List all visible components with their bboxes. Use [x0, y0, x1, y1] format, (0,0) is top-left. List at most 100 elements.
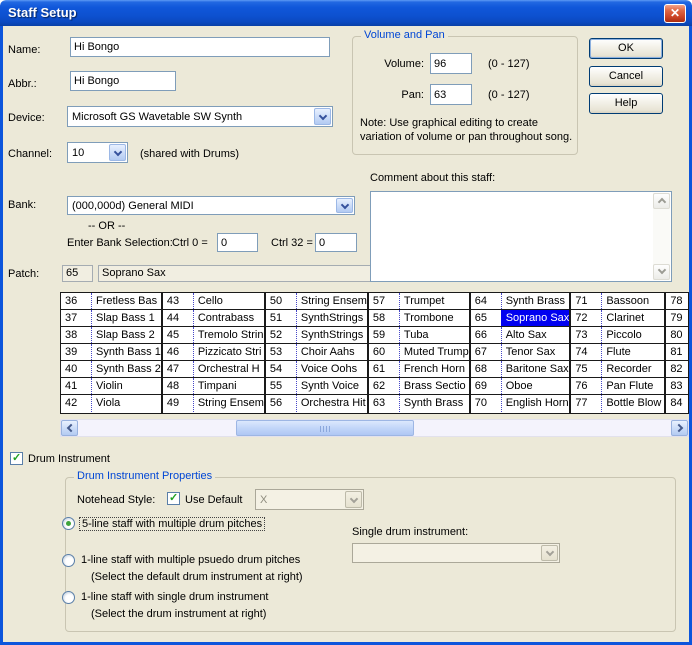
patch-name-cell[interactable]: Tuba [399, 327, 469, 343]
patch-number-cell[interactable]: 42 [61, 395, 91, 412]
patch-number-cell[interactable]: 68 [471, 361, 501, 377]
patch-table-hscrollbar[interactable] [60, 419, 689, 437]
patch-number-cell[interactable]: 37 [61, 310, 91, 326]
patch-number-cell[interactable]: 50 [266, 293, 296, 309]
ok-button[interactable]: OK [589, 38, 663, 59]
radio-button[interactable] [62, 591, 75, 604]
patch-number-cell[interactable]: 69 [471, 378, 501, 394]
patch-number-cell[interactable]: 70 [471, 395, 501, 412]
patch-name-cell[interactable]: Slap Bass 1 [91, 310, 161, 326]
patch-name-cell[interactable]: Alto Sax [501, 327, 570, 343]
patch-number-cell[interactable]: 75 [571, 361, 601, 377]
patch-name-cell[interactable]: Oboe [501, 378, 570, 394]
hscroll-right-button[interactable] [671, 420, 688, 436]
patch-name-cell[interactable]: Cello [193, 293, 264, 309]
radio-button[interactable] [62, 554, 75, 567]
channel-combo-arrow-button[interactable] [109, 144, 126, 161]
pan-input[interactable] [430, 84, 472, 105]
patch-number-cell[interactable]: 71 [571, 293, 601, 309]
patch-name-cell[interactable]: Baritone Sax [501, 361, 570, 377]
patch-number-cell[interactable]: 54 [266, 361, 296, 377]
patch-number-cell[interactable]: 39 [61, 344, 91, 360]
patch-name-cell[interactable]: Trombone [399, 310, 469, 326]
patch-number-cell[interactable]: 53 [266, 344, 296, 360]
patch-number-cell[interactable]: 74 [571, 344, 601, 360]
patch-name-cell[interactable]: Fretless Bas [91, 293, 161, 309]
device-combo[interactable]: Microsoft GS Wavetable SW Synth [67, 106, 333, 127]
patch-name-cell[interactable]: SynthStrings [296, 327, 367, 343]
patch-name-cell[interactable]: Timpani [193, 378, 264, 394]
patch-name-cell[interactable]: Muted Trump [399, 344, 469, 360]
patch-name-cell[interactable]: Tenor Sax [501, 344, 570, 360]
ctrl32-input[interactable] [315, 233, 357, 252]
patch-name-cell[interactable]: Synth Brass [501, 293, 570, 309]
patch-number-cell[interactable]: 56 [266, 395, 296, 412]
patch-name-cell[interactable]: Tremolo Strin [193, 327, 264, 343]
patch-name-cell[interactable]: SynthStrings [296, 310, 367, 326]
patch-name-cell-selected[interactable]: Soprano Sax [501, 310, 570, 326]
patch-name-cell[interactable]: Slap Bass 2 [91, 327, 161, 343]
patch-number-cell[interactable]: 51 [266, 310, 296, 326]
patch-number-cell[interactable]: 64 [471, 293, 501, 309]
patch-name-cell[interactable]: French Horn [399, 361, 469, 377]
patch-number-cell[interactable]: 67 [471, 344, 501, 360]
hscroll-left-button[interactable] [61, 420, 78, 436]
name-input[interactable] [70, 37, 330, 57]
abbr-input[interactable] [70, 71, 176, 91]
patch-name-cell[interactable]: Choir Aahs [296, 344, 367, 360]
patch-number-cell[interactable]: 62 [369, 378, 399, 394]
channel-combo[interactable]: 10 [67, 142, 128, 163]
close-button[interactable]: ✕ [664, 4, 686, 23]
patch-name-cell[interactable]: Clarinet [601, 310, 664, 326]
patch-number-cell[interactable]: 38 [61, 327, 91, 343]
patch-name-cell[interactable]: Flute [601, 344, 664, 360]
bank-combo[interactable]: (000,000d) General MIDI [67, 196, 355, 215]
patch-name-cell[interactable]: Synth Voice [296, 378, 367, 394]
radio-button-selected[interactable] [62, 517, 75, 530]
volume-input[interactable] [430, 53, 472, 74]
patch-name-cell[interactable]: Brass Sectio [399, 378, 469, 394]
patch-number-cell[interactable]: 47 [163, 361, 193, 377]
comment-scroll-up-button[interactable] [653, 193, 670, 209]
patch-number-cell[interactable]: 82 [666, 361, 689, 377]
cancel-button[interactable]: Cancel [589, 66, 663, 87]
patch-name-cell[interactable]: Bassoon [601, 293, 664, 309]
patch-number-cell[interactable]: 58 [369, 310, 399, 326]
patch-table[interactable]: 36Fretless Bas37Slap Bass 138Slap Bass 2… [60, 292, 689, 414]
patch-number-cell[interactable]: 43 [163, 293, 193, 309]
patch-name-cell[interactable]: Trumpet [399, 293, 469, 309]
drum-instrument-checkbox[interactable]: ✓ [10, 452, 23, 465]
patch-number-cell[interactable]: 83 [666, 378, 689, 394]
comment-scroll-down-button[interactable] [653, 264, 670, 280]
comment-textarea[interactable] [370, 191, 672, 282]
patch-number-cell[interactable]: 61 [369, 361, 399, 377]
patch-number-cell[interactable]: 65 [471, 310, 501, 326]
patch-number-cell[interactable]: 78 [666, 293, 689, 309]
patch-number-cell[interactable]: 36 [61, 293, 91, 309]
patch-number-cell[interactable]: 81 [666, 344, 689, 360]
staff-type-option-label[interactable]: 1-line staff with multiple psuedo drum p… [79, 554, 302, 566]
patch-number-cell[interactable]: 44 [163, 310, 193, 326]
patch-name-cell[interactable]: Viola [91, 395, 161, 412]
patch-name-cell[interactable]: Recorder [601, 361, 664, 377]
bank-combo-arrow-button[interactable] [336, 198, 353, 213]
patch-number-cell[interactable]: 59 [369, 327, 399, 343]
staff-type-option-label[interactable]: 5-line staff with multiple drum pitches [79, 517, 265, 531]
patch-number-cell[interactable]: 66 [471, 327, 501, 343]
patch-number-cell[interactable]: 49 [163, 395, 193, 412]
hscroll-thumb[interactable] [236, 420, 414, 436]
patch-number-cell[interactable]: 63 [369, 395, 399, 412]
patch-number-cell[interactable]: 72 [571, 310, 601, 326]
patch-number-cell[interactable]: 73 [571, 327, 601, 343]
patch-name-cell[interactable]: Orchestra Hit [296, 395, 367, 412]
help-button[interactable]: Help [589, 93, 663, 114]
patch-name-cell[interactable]: Synth Bass 1 [91, 344, 161, 360]
patch-number-cell[interactable]: 77 [571, 395, 601, 412]
patch-name-cell[interactable]: Voice Oohs [296, 361, 367, 377]
patch-name-cell[interactable]: Pan Flute [601, 378, 664, 394]
patch-number-cell[interactable]: 84 [666, 395, 689, 412]
staff-type-option-label[interactable]: 1-line staff with single drum instrument [79, 591, 271, 603]
patch-name-cell[interactable]: Contrabass [193, 310, 264, 326]
patch-number-cell[interactable]: 60 [369, 344, 399, 360]
comment-scrollbar[interactable] [653, 193, 670, 280]
